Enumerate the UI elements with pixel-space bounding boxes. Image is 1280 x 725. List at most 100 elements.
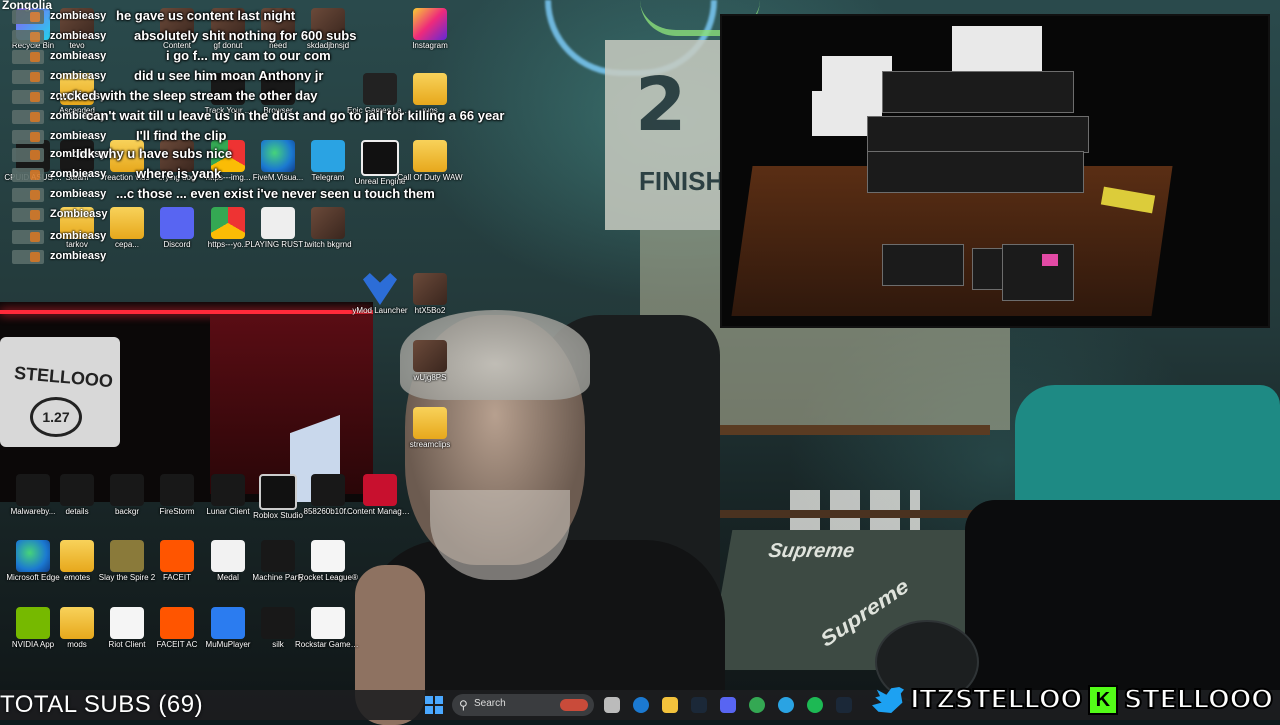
chat-text: did u see him moan Anthony jr — [134, 68, 324, 83]
app-icon — [261, 607, 295, 639]
doc-icon — [311, 607, 345, 639]
chat-badge-icon — [12, 168, 44, 182]
taskbar-chatgpt-icon[interactable] — [604, 697, 620, 713]
chat-text: i go f... my cam to our com — [166, 48, 331, 63]
slay-icon — [110, 540, 144, 572]
glass-box — [867, 116, 1089, 153]
overlay-video — [720, 14, 1270, 328]
kick-icon: K — [1087, 685, 1118, 715]
chat-badge-icon — [12, 110, 44, 124]
desktop-icon[interactable]: wUjg8PS — [397, 340, 463, 383]
folder-icon — [60, 540, 94, 572]
app-icon — [160, 474, 194, 506]
finish-number: 2 — [635, 62, 687, 148]
desktop-icon[interactable]: streamclips — [397, 407, 463, 450]
black-box — [882, 244, 964, 286]
chat-username: zombieasy — [50, 168, 107, 180]
chat-text: I'll find the clip — [136, 128, 227, 143]
kick-handle: STELLOOO — [1123, 684, 1274, 716]
taskbar-edge-icon[interactable] — [633, 697, 649, 713]
shoe-shelf — [700, 510, 990, 518]
chat-badge-icon — [12, 50, 44, 64]
chat-username: zombieasy — [50, 50, 107, 62]
taskbar-chrome-icon[interactable] — [749, 697, 765, 713]
black-box — [1002, 244, 1074, 301]
app-icon — [110, 474, 144, 506]
doc-icon — [311, 540, 345, 572]
desktop-icon[interactable]: Rockstar Games ... — [295, 607, 361, 650]
folder-icon — [60, 607, 94, 639]
image-icon — [413, 340, 447, 372]
glass-box — [867, 151, 1084, 193]
app-icon — [60, 474, 94, 506]
total-subs-label: TOTAL SUBS (69) — [0, 691, 204, 718]
chat-text: where is yank — [136, 166, 222, 181]
windows-start-icon[interactable] — [425, 696, 443, 714]
app-icon — [311, 474, 345, 506]
desktop-icon-label: Rocket League® — [298, 573, 358, 582]
desktop-icon[interactable]: Content Manager.u... — [347, 474, 413, 517]
roblox-icon — [259, 474, 297, 510]
finish-word: FINISH — [639, 166, 725, 196]
chat-username: zombieasy — [50, 250, 107, 262]
search-highlight-icon — [560, 699, 588, 711]
chat-text: can't wait till u leave us in the dust a… — [86, 108, 505, 123]
chat-badge-icon — [12, 10, 44, 24]
chat-text: Idk why u have subs nice — [76, 146, 233, 161]
chat-username: zombieasy — [50, 188, 107, 200]
pink-card — [1042, 254, 1058, 266]
desktop-icon-label: wUjg8PS — [413, 373, 447, 382]
desktop-icon-label: Content Manager.u... — [347, 507, 413, 516]
chat-username: zombieasy — [50, 130, 107, 142]
rug-text: Supreme — [766, 540, 857, 562]
chat-text: absolutely shit nothing for 600 subs — [134, 28, 357, 43]
app-icon — [261, 540, 295, 572]
taskbar-telegram-icon[interactable] — [778, 697, 794, 713]
chat-badge-icon — [12, 148, 44, 162]
app-icon — [211, 474, 245, 506]
folder-icon — [413, 407, 447, 439]
bed-shadow — [965, 500, 1280, 690]
chat-text: ...c those ... even exist i've never see… — [116, 186, 435, 201]
search-icon: ⚲ — [459, 698, 468, 712]
faceit-icon — [160, 607, 194, 639]
chat-text: ...cked with the sleep stream the other … — [56, 88, 318, 103]
twitter-handle: ITZSTELLOO — [909, 684, 1083, 716]
content-manager-icon — [363, 474, 397, 506]
finish-board: 2 FINISH — [605, 40, 725, 230]
desktop-icon-label: streamclips — [409, 440, 451, 449]
taskbar-steam-icon[interactable] — [836, 697, 852, 713]
doc-icon — [110, 607, 144, 639]
taskbar-steam-icon[interactable] — [691, 697, 707, 713]
shoe-shelf — [700, 425, 990, 435]
chat-badge-icon — [12, 90, 44, 104]
desktop-icon-label: htX5Bo2 — [414, 306, 446, 315]
chat-badge-icon — [12, 30, 44, 44]
chat-username: zombieasy — [50, 230, 107, 242]
chat-username: Zombieasy — [50, 208, 108, 220]
social-banner: ITZSTELLOO K STELLOOO — [872, 680, 1274, 720]
twitter-icon — [872, 687, 904, 713]
chat-badge-icon — [12, 130, 44, 144]
chat-badge-icon — [12, 70, 44, 84]
desktop-icon-label: Rockstar Games ... — [295, 640, 361, 649]
chat-badge-icon — [12, 250, 44, 264]
glass-box — [882, 71, 1074, 113]
taskbar-file-explorer-icon[interactable] — [662, 697, 678, 713]
taskbar-spotify-icon[interactable] — [807, 697, 823, 713]
white-box — [952, 26, 1042, 71]
medal-icon — [211, 540, 245, 572]
chat-text: he gave us content last night — [116, 8, 296, 23]
chat-badge-icon — [12, 208, 44, 222]
chat-username: zombieasy — [50, 30, 107, 42]
chat-badge-icon — [12, 188, 44, 202]
mumu-icon — [211, 607, 245, 639]
search-placeholder: Search — [474, 698, 506, 709]
taskbar-discord-icon[interactable] — [720, 697, 736, 713]
chat-badge-icon — [12, 230, 44, 244]
taskbar-search[interactable]: ⚲ Search — [452, 694, 594, 716]
faceit-icon — [160, 540, 194, 572]
chat-username: zombieasy — [50, 10, 107, 22]
chat-username: zombieasy — [50, 70, 107, 82]
desktop-icon[interactable]: Rocket League® — [295, 540, 361, 583]
